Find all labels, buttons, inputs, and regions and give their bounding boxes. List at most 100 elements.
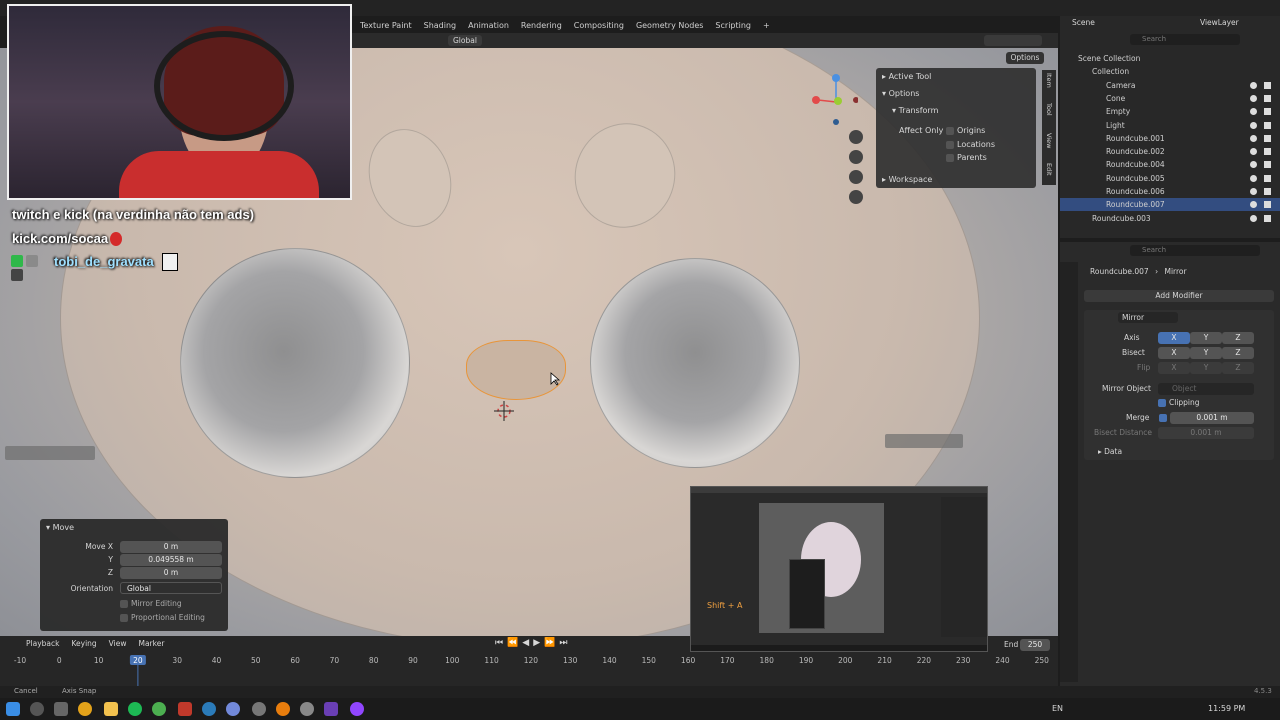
outliner-item[interactable]: Roundcube.004 bbox=[1060, 158, 1280, 171]
npanel-tab-tool[interactable]: Tool bbox=[1045, 103, 1053, 117]
bisect-y-toggle[interactable]: Y bbox=[1190, 347, 1222, 359]
workspace-tab[interactable]: Compositing bbox=[574, 21, 624, 30]
timeline-menu-item[interactable]: Keying bbox=[71, 639, 96, 648]
clock[interactable]: 11:59 PM bbox=[1208, 704, 1245, 713]
outliner-item[interactable]: Camera bbox=[1060, 79, 1280, 92]
flip-x-toggle[interactable]: X bbox=[1158, 362, 1190, 374]
visibility-eye-icon[interactable] bbox=[1250, 81, 1257, 89]
chrome-icon[interactable] bbox=[78, 702, 92, 716]
npanel-tab-edit[interactable]: Edit bbox=[1045, 163, 1053, 177]
orientation-select[interactable]: Global bbox=[120, 582, 222, 594]
visibility-eye-icon[interactable] bbox=[1250, 94, 1257, 102]
workspace-tab[interactable]: Texture Paint bbox=[360, 21, 412, 30]
properties-search-input[interactable]: Search bbox=[1130, 245, 1260, 256]
language-indicator[interactable]: EN bbox=[1052, 704, 1063, 713]
app-icon[interactable] bbox=[178, 702, 192, 716]
axis-z-toggle[interactable]: Z bbox=[1222, 332, 1254, 344]
add-modifier-button[interactable]: Add Modifier bbox=[1084, 290, 1274, 302]
zoom-icon[interactable] bbox=[849, 130, 863, 144]
stream-app-icon[interactable] bbox=[350, 702, 364, 716]
render-camera-icon[interactable] bbox=[1264, 121, 1271, 129]
browser-icon[interactable] bbox=[152, 702, 166, 716]
outliner-item[interactable]: Roundcube.007 bbox=[1060, 198, 1280, 212]
view-layer-selector[interactable]: ViewLayer bbox=[1200, 18, 1239, 27]
workspace-tab[interactable]: Shading bbox=[424, 21, 457, 30]
spotify-icon[interactable] bbox=[128, 702, 142, 716]
end-frame-field[interactable]: 250 bbox=[1020, 639, 1050, 651]
outliner-item[interactable]: Roundcube.001 bbox=[1060, 132, 1280, 145]
workspace-tab[interactable]: Animation bbox=[468, 21, 509, 30]
timeline-menu-item[interactable]: Playback bbox=[26, 639, 59, 648]
workspace-header[interactable]: ▸ Workspace bbox=[882, 175, 932, 184]
render-camera-icon[interactable] bbox=[1264, 161, 1271, 169]
npanel-tab-view[interactable]: View bbox=[1045, 133, 1053, 148]
merge-checkbox[interactable] bbox=[1159, 414, 1167, 422]
bisect-x-toggle[interactable]: X bbox=[1158, 347, 1190, 359]
nose-mesh-selected[interactable] bbox=[466, 340, 566, 400]
visibility-eye-icon[interactable] bbox=[1250, 161, 1257, 169]
discord-icon[interactable] bbox=[226, 702, 240, 716]
outliner-item[interactable]: Light bbox=[1060, 119, 1280, 132]
axis-y-toggle[interactable]: Y bbox=[1190, 332, 1222, 344]
active-tool-header[interactable]: ▸ Active Tool bbox=[882, 72, 931, 81]
transform-header[interactable]: ▾ Transform bbox=[892, 106, 938, 115]
render-camera-icon[interactable] bbox=[1264, 188, 1271, 195]
workspace-tab[interactable]: + bbox=[763, 21, 770, 30]
visibility-eye-icon[interactable] bbox=[1250, 214, 1257, 222]
grid-view-icon[interactable] bbox=[849, 190, 863, 204]
locations-checkbox[interactable]: Locations bbox=[946, 140, 995, 149]
visibility-eye-icon[interactable] bbox=[1250, 188, 1257, 195]
timeline-menu-item[interactable]: Marker bbox=[138, 639, 164, 648]
move-z-field[interactable]: 0 m bbox=[120, 567, 222, 579]
render-camera-icon[interactable] bbox=[1264, 108, 1271, 116]
outliner-item[interactable]: Scene Collection bbox=[1060, 52, 1280, 65]
folder-icon[interactable] bbox=[104, 702, 118, 716]
outliner-item[interactable]: Roundcube.006 bbox=[1060, 185, 1280, 198]
options-button[interactable]: Options bbox=[1006, 52, 1044, 64]
flip-y-toggle[interactable]: Y bbox=[1190, 362, 1222, 374]
origins-checkbox[interactable]: Origins bbox=[946, 126, 985, 135]
render-camera-icon[interactable] bbox=[1264, 201, 1271, 209]
render-camera-icon[interactable] bbox=[1264, 94, 1271, 102]
render-camera-icon[interactable] bbox=[1264, 81, 1271, 89]
render-camera-icon[interactable] bbox=[1264, 214, 1271, 222]
visibility-eye-icon[interactable] bbox=[1250, 121, 1257, 129]
edge-icon[interactable] bbox=[202, 702, 216, 716]
render-camera-icon[interactable] bbox=[1264, 134, 1271, 142]
workspace-tab[interactable]: Scripting bbox=[715, 21, 751, 30]
outliner-item[interactable]: Roundcube.003 bbox=[1060, 212, 1280, 225]
merge-distance-field[interactable]: 0.001 m bbox=[1170, 412, 1254, 424]
mirror-object-field[interactable]: Object bbox=[1158, 383, 1254, 395]
timeline-menu-item[interactable]: View bbox=[109, 639, 127, 648]
outliner-item[interactable]: Collection bbox=[1060, 65, 1280, 78]
outliner-search-input[interactable]: Search bbox=[1130, 34, 1240, 45]
timeline-ruler[interactable]: -10 0 10 20 30 40 50 60 70 80 90 100 110 120 130 140 150… bbox=[0, 653, 1058, 686]
proportional-editing-checkbox[interactable]: Proportional Editing bbox=[120, 613, 205, 622]
outliner-item[interactable]: Roundcube.002 bbox=[1060, 145, 1280, 158]
mirror-editing-checkbox[interactable]: Mirror Editing bbox=[120, 599, 182, 608]
bisect-distance-field[interactable]: 0.001 m bbox=[1158, 427, 1254, 439]
outliner-item[interactable]: Cone bbox=[1060, 92, 1280, 105]
visibility-eye-icon[interactable] bbox=[1250, 174, 1257, 182]
parents-checkbox[interactable]: Parents bbox=[946, 153, 987, 162]
render-camera-icon[interactable] bbox=[1264, 174, 1271, 182]
npanel-tab-item[interactable]: Item bbox=[1045, 73, 1053, 88]
playback-controls[interactable]: ⏮⏪◀▶⏩⏭ bbox=[495, 638, 575, 650]
visibility-eye-icon[interactable] bbox=[1250, 148, 1257, 156]
outliner-item[interactable]: Roundcube.005 bbox=[1060, 172, 1280, 185]
visibility-eye-icon[interactable] bbox=[1250, 201, 1257, 209]
bisect-z-toggle[interactable]: Z bbox=[1222, 347, 1254, 359]
workspace-tab[interactable]: Rendering bbox=[521, 21, 562, 30]
outliner-item[interactable]: Empty bbox=[1060, 105, 1280, 118]
operator-title[interactable]: ▾ Move bbox=[46, 523, 74, 532]
gear-icon[interactable] bbox=[300, 702, 314, 716]
start-icon[interactable] bbox=[6, 702, 20, 716]
data-subpanel-header[interactable]: ▸ Data bbox=[1098, 447, 1122, 456]
axis-x-toggle[interactable]: X bbox=[1158, 332, 1190, 344]
modifier-name-field[interactable]: Mirror bbox=[1118, 312, 1178, 323]
obs-icon[interactable] bbox=[324, 702, 338, 716]
search-icon[interactable] bbox=[30, 702, 44, 716]
move-y-field[interactable]: 0.049558 m bbox=[120, 554, 222, 566]
options-header[interactable]: ▾ Options bbox=[882, 89, 919, 98]
flip-z-toggle[interactable]: Z bbox=[1222, 362, 1254, 374]
